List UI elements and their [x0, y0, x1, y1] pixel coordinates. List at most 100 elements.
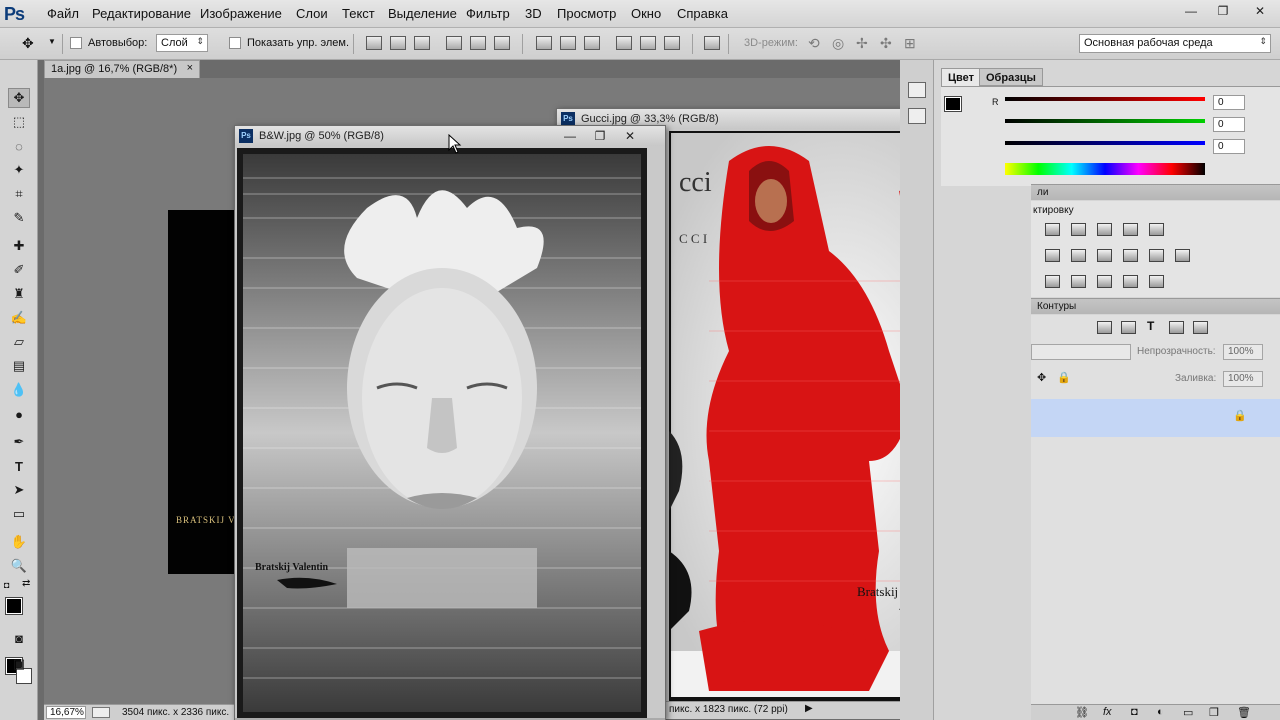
shape-filter-icon[interactable]	[1169, 321, 1184, 334]
menu-help[interactable]: Справка	[677, 6, 728, 21]
layers-panel-header[interactable]: Контуры	[1031, 298, 1280, 314]
history-icon[interactable]	[908, 82, 926, 98]
lasso-tool-icon[interactable]: ◌	[8, 136, 30, 156]
red-input[interactable]: 0	[1213, 95, 1245, 110]
adjustments-panel-header[interactable]: ли	[1031, 184, 1280, 200]
crop-tool-icon[interactable]: ⌗	[8, 184, 30, 204]
zoom-input[interactable]: 16,67%	[46, 706, 86, 719]
zoom-tool-icon[interactable]: 🔍	[8, 556, 30, 576]
align-hcenter-icon[interactable]	[470, 36, 486, 50]
healing-brush-icon[interactable]: ✚	[8, 236, 30, 256]
posterize-icon[interactable]	[1071, 275, 1086, 288]
distribute-right-icon[interactable]	[664, 36, 680, 50]
minimize-button[interactable]: —	[1176, 2, 1206, 20]
pen-tool-icon[interactable]: ✒	[8, 432, 30, 452]
eraser-icon[interactable]: ▱	[8, 332, 30, 352]
document-tab[interactable]: 1a.jpg @ 16,7% (RGB/8*) ×	[44, 60, 200, 78]
curves-icon[interactable]	[1097, 223, 1112, 236]
tab-swatches[interactable]: Образцы	[979, 68, 1043, 86]
marquee-tool-icon[interactable]: ⬚	[8, 112, 30, 132]
pixel-filter-icon[interactable]	[1097, 321, 1112, 334]
color-balance-icon[interactable]	[1071, 249, 1086, 262]
spectrum-bar[interactable]	[1005, 163, 1205, 175]
exposure-icon[interactable]	[1123, 223, 1138, 236]
threshold-icon[interactable]	[1097, 275, 1112, 288]
distribute-hcenter-icon[interactable]	[640, 36, 656, 50]
close-button[interactable]: ✕	[1240, 2, 1280, 20]
distribute-bottom-icon[interactable]	[584, 36, 600, 50]
restore-button[interactable]: ❐	[585, 127, 615, 145]
eyedropper-icon[interactable]: ✎	[8, 208, 30, 228]
distribute-vcenter-icon[interactable]	[560, 36, 576, 50]
foreground-color-swatch[interactable]	[5, 597, 23, 615]
vibrance-icon[interactable]	[1149, 223, 1164, 236]
align-top-icon[interactable]	[366, 36, 382, 50]
blue-input[interactable]: 0	[1213, 139, 1245, 154]
close-icon[interactable]: ×	[187, 62, 193, 74]
brightness-icon[interactable]	[1045, 223, 1060, 236]
menu-layers[interactable]: Слои	[296, 6, 328, 21]
lock-position-icon[interactable]: ✥	[1037, 371, 1046, 384]
magic-wand-icon[interactable]: ✦	[8, 160, 30, 180]
gradient-tool-icon[interactable]: ▤	[8, 356, 30, 376]
type-filter-icon[interactable]: T	[1147, 319, 1154, 333]
tab-color[interactable]: Цвет	[941, 68, 982, 86]
lock-icon[interactable]: 🔒	[1057, 371, 1071, 384]
green-slider[interactable]	[1005, 119, 1205, 123]
workspace-dropdown[interactable]: Основная рабочая среда ⇕	[1079, 34, 1271, 53]
blur-tool-icon[interactable]: 💧	[8, 380, 30, 400]
photo-filter-icon[interactable]	[1123, 249, 1138, 262]
layer-row-selected[interactable]: 🔒	[1031, 399, 1280, 437]
distribute-top-icon[interactable]	[536, 36, 552, 50]
screen-mode-icon[interactable]: ▣	[8, 654, 30, 674]
new-layer-icon[interactable]: ❐	[1209, 706, 1219, 719]
gradient-map-icon[interactable]	[1123, 275, 1138, 288]
adjust-filter-icon[interactable]	[1121, 321, 1136, 334]
align-right-icon[interactable]	[494, 36, 510, 50]
blend-mode-dropdown[interactable]	[1031, 344, 1131, 360]
hand-tool-icon[interactable]: ✋	[8, 532, 30, 552]
move-tool-icon[interactable]: ✥	[22, 35, 34, 52]
3d-slide-icon[interactable]: ✣	[880, 35, 892, 52]
paths-tab[interactable]: Контуры	[1037, 301, 1076, 312]
autoselect-checkbox[interactable]	[70, 37, 82, 49]
restore-button[interactable]: ❐	[1208, 2, 1238, 20]
menu-edit[interactable]: Редактирование	[92, 6, 191, 21]
close-button[interactable]: ✕	[615, 127, 645, 145]
menu-text[interactable]: Текст	[342, 6, 375, 21]
document-window-bw[interactable]: Ps B&W.jpg @ 50% (RGB/8) — ❐ ✕ Bratskij	[234, 125, 666, 720]
shape-tool-icon[interactable]: ▭	[8, 504, 30, 524]
type-tool-icon[interactable]: T	[8, 456, 30, 476]
distribute-left-icon[interactable]	[616, 36, 632, 50]
auto-align-icon[interactable]	[704, 36, 720, 50]
chevron-right-icon[interactable]: ▶	[805, 703, 813, 714]
clone-stamp-icon[interactable]: ♜	[8, 284, 30, 304]
default-colors-icon[interactable]: ◘	[4, 580, 9, 590]
align-bottom-icon[interactable]	[414, 36, 430, 50]
menu-file[interactable]: Файл	[47, 6, 79, 21]
move-tool-icon[interactable]: ✥	[8, 88, 30, 108]
quick-mask-icon[interactable]: ◙	[8, 628, 30, 648]
invert-icon[interactable]	[1045, 275, 1060, 288]
color-lookup-icon[interactable]	[1175, 249, 1190, 262]
path-select-icon[interactable]: ➤	[8, 480, 30, 500]
smart-filter-icon[interactable]	[1193, 321, 1208, 334]
3d-scale-icon[interactable]: ⊞	[904, 35, 916, 52]
fill-input[interactable]: 100%	[1223, 371, 1263, 387]
align-left-icon[interactable]	[446, 36, 462, 50]
adjustment-layer-icon[interactable]: ◐	[1157, 706, 1164, 718]
red-slider[interactable]	[1005, 97, 1205, 101]
folder-icon[interactable]: ▭	[1183, 706, 1193, 719]
channel-mixer-icon[interactable]	[1149, 249, 1164, 262]
3d-rotate-icon[interactable]: ⟲	[808, 35, 820, 52]
history-brush-icon[interactable]: ✍	[8, 308, 30, 328]
minimize-button[interactable]: —	[555, 127, 585, 145]
menu-view[interactable]: Просмотр	[557, 6, 616, 21]
dodge-tool-icon[interactable]: ●	[8, 404, 30, 424]
align-vcenter-icon[interactable]	[390, 36, 406, 50]
swap-colors-icon[interactable]: ⇄	[22, 578, 30, 589]
foreground-color-swatch[interactable]	[944, 96, 962, 112]
3d-drag-icon[interactable]: ✢	[856, 35, 868, 52]
mask-icon[interactable]: ◘	[1131, 706, 1138, 718]
link-icon[interactable]: ⛓	[1075, 706, 1089, 719]
